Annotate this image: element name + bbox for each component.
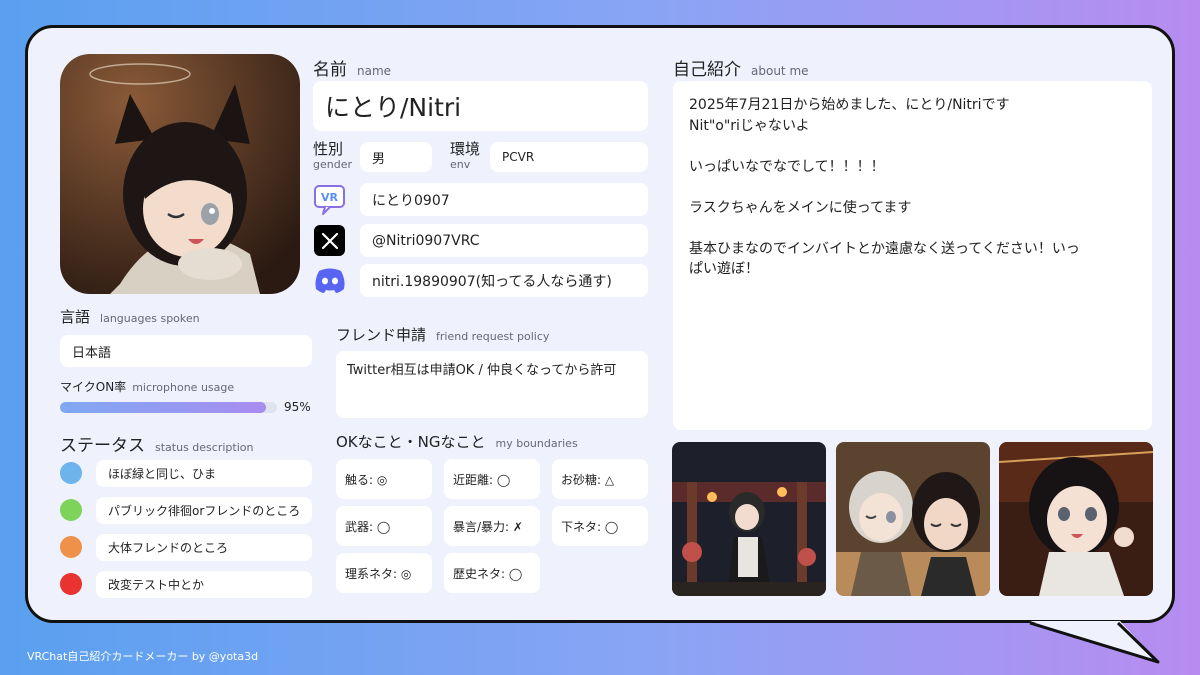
about-line: Nit"o"riじゃないよ (689, 117, 810, 134)
status-color-dot (60, 499, 82, 521)
name-value: にとり/Nitri (325, 93, 462, 122)
friend-policy-text: Twitter相互は申請OK / 仲良くなってから許可 (347, 363, 617, 378)
about-text: 2025年7月21日から始めました、にとり/Nitriです Nit"o"riじゃな… (689, 95, 1136, 280)
boundaries-heading: OKなこと・NGなこと my boundaries (336, 433, 578, 451)
status-item: 改変テスト中とか (96, 571, 312, 598)
status-item: ほぼ緑と同じ、ひま (96, 460, 312, 487)
boundary-item: 武器: ◯ (336, 506, 432, 546)
status-color-dot (60, 462, 82, 484)
gender-field: 男 (360, 142, 432, 172)
friend-heading: フレンド申請 friend request policy (336, 326, 550, 344)
status-heading: ステータス status description (60, 436, 254, 456)
about-line (689, 177, 1136, 198)
mic-percent: 95% (284, 400, 311, 414)
languages-field: 日本語 (60, 335, 312, 367)
boundary-item-text: 武器: ◯ (345, 519, 391, 534)
status-item: 大体フレンドのところ (96, 534, 312, 561)
boundary-item-text: 下ネタ: ◯ (561, 519, 619, 534)
status-item-text: パブリック徘徊orフレンドのところ (108, 504, 301, 518)
status-item-text: ほぼ緑と同じ、ひま (108, 467, 217, 481)
status-item-text: 大体フレンドのところ (108, 541, 229, 555)
languages-heading: 言語 languages spoken (60, 308, 200, 326)
about-line (689, 218, 1136, 239)
discord-icon (313, 266, 347, 294)
boundary-item-text: 理系ネタ: ◎ (345, 566, 412, 581)
boundary-item-text: お砂糖: △ (561, 472, 615, 487)
boundary-item: 歴史ネタ: ◯ (444, 553, 540, 593)
boundary-item: 下ネタ: ◯ (552, 506, 648, 546)
x-icon (314, 225, 345, 256)
x-account-field: @Nitri0907VRC (360, 224, 648, 257)
boundary-item-text: 暴言/暴力: ✗ (453, 519, 523, 534)
gallery-photo-2 (836, 442, 990, 596)
mic-usage-bar (60, 402, 277, 413)
vrchat-id-field: にとり0907 (360, 183, 648, 216)
status-color-dot (60, 536, 82, 558)
vrchat-icon: VR (313, 184, 347, 216)
about-line: ラスクちゃんをメインに使ってます (689, 199, 912, 216)
status-item: パブリック徘徊orフレンドのところ (96, 497, 312, 524)
about-line: いっぱいなでなでして！！！！ (689, 158, 885, 175)
about-me-box: 2025年7月21日から始めました、にとり/Nitriです Nit"o"riじゃな… (673, 81, 1152, 430)
about-heading: 自己紹介 about me (673, 60, 809, 80)
mic-heading: マイクON率 microphone usage (60, 380, 235, 394)
discord-id-field: nitri.19890907(知ってる人なら通す) (360, 264, 648, 297)
footer-credit: VRChat自己紹介カードメーカー by @yota3d (27, 650, 259, 663)
gallery-photo-3 (999, 442, 1153, 596)
env-field: PCVR (490, 142, 648, 172)
gender-heading: 性別 gender (313, 140, 352, 171)
status-item-text: 改変テスト中とか (108, 578, 205, 592)
mic-usage-fill (60, 402, 267, 413)
boundary-item: 近距離: ◯ (444, 459, 540, 499)
avatar-photo (60, 54, 300, 294)
boundary-item-text: 歴史ネタ: ◯ (453, 566, 523, 581)
about-line: 基本ひまなのでインバイトとか遠慮なく送ってください！いっ (689, 240, 1080, 257)
env-heading: 環境 env (450, 140, 481, 171)
svg-text:VR: VR (321, 191, 339, 204)
name-field: にとり/Nitri (313, 81, 648, 131)
boundary-item: お砂糖: △ (552, 459, 648, 499)
about-line: ぱい遊ぼ！ (689, 261, 759, 277)
about-line: 2025年7月21日から始めました、にとり/Nitriです (689, 97, 1010, 113)
friend-policy-box: Twitter相互は申請OK / 仲良くなってから許可 (336, 351, 648, 418)
boundary-item-text: 触る: ◎ (345, 472, 388, 487)
gallery-photo-1 (672, 442, 826, 596)
boundary-item: 理系ネタ: ◎ (336, 553, 432, 593)
about-line (689, 136, 1136, 157)
boundary-item: 触る: ◎ (336, 459, 432, 499)
name-heading: 名前 name (313, 60, 392, 80)
boundary-item-text: 近距離: ◯ (453, 472, 511, 487)
boundary-item: 暴言/暴力: ✗ (444, 506, 540, 546)
status-color-dot (60, 573, 82, 595)
